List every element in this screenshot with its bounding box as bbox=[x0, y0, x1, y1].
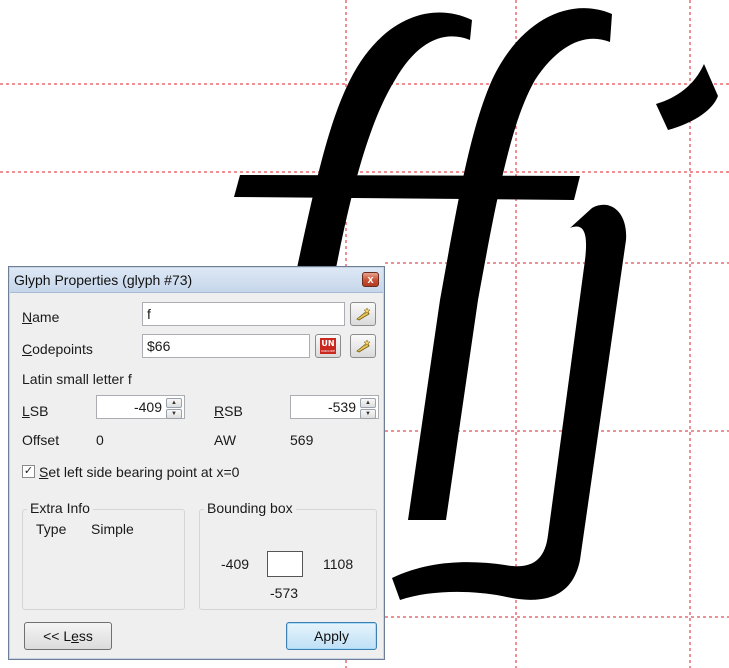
lsb-spinner[interactable]: ▲ ▼ bbox=[166, 398, 182, 419]
codepoints-pick-button[interactable] bbox=[350, 334, 376, 358]
codepoints-value: $66 bbox=[147, 338, 171, 354]
offset-value: 0 bbox=[96, 432, 104, 448]
char-description: Latin small letter f bbox=[22, 371, 132, 387]
name-field[interactable]: f bbox=[142, 302, 345, 326]
type-label: Type bbox=[36, 521, 67, 537]
codepoints-label: Codepoints bbox=[22, 341, 93, 357]
lsb-spin-up[interactable]: ▲ bbox=[166, 398, 182, 408]
rsb-spin-up[interactable]: ▲ bbox=[360, 398, 376, 408]
rsb-label: RSB bbox=[214, 403, 243, 419]
lsb-field[interactable]: -409 ▲ ▼ bbox=[96, 395, 185, 419]
name-label: Name bbox=[22, 309, 59, 325]
codepoints-field[interactable]: $66 bbox=[142, 334, 310, 358]
lsb-spin-down[interactable]: ▼ bbox=[166, 409, 182, 419]
rsb-field[interactable]: -539 ▲ ▼ bbox=[290, 395, 379, 419]
less-button-prefix: << L bbox=[43, 628, 72, 644]
aw-value: 569 bbox=[290, 432, 314, 448]
less-button[interactable]: << Less bbox=[24, 622, 112, 650]
glyph-crossbar bbox=[234, 175, 580, 200]
rsb-spinner[interactable]: ▲ ▼ bbox=[360, 398, 376, 419]
lsb-zero-checkbox-label[interactable]: Set left side bearing point at x=0 bbox=[39, 464, 239, 480]
codepoints-label-rest: odepoints bbox=[32, 341, 93, 357]
bbox-bottom-value: -573 bbox=[270, 585, 299, 601]
rsb-spin-down[interactable]: ▼ bbox=[360, 409, 376, 419]
rsb-value: -539 bbox=[327, 399, 356, 415]
bbox-preview bbox=[267, 551, 303, 577]
codepoints-mnemonic: C bbox=[22, 341, 33, 357]
unicode-logo-icon: UN UNICODE bbox=[320, 338, 336, 354]
rsb-label-rest: SB bbox=[224, 403, 243, 419]
lsb-label: LSB bbox=[22, 403, 48, 419]
wand-icon bbox=[356, 307, 371, 321]
close-icon[interactable]: x bbox=[362, 272, 379, 287]
bbox-left-value: -409 bbox=[221, 556, 250, 572]
unicode-logo-small: UNICODE bbox=[321, 349, 335, 353]
checkbox-label-rest: et left side bearing point at x=0 bbox=[48, 464, 240, 480]
name-value: f bbox=[147, 306, 151, 322]
name-pick-button[interactable] bbox=[350, 302, 376, 326]
checkbox-mnemonic: S bbox=[39, 464, 49, 480]
name-label-rest: ame bbox=[32, 309, 60, 325]
name-mnemonic: N bbox=[22, 309, 33, 325]
extra-info-title: Extra Info bbox=[27, 500, 93, 516]
offset-label: Offset bbox=[22, 432, 60, 448]
wand-icon bbox=[356, 339, 371, 353]
unicode-logo-main: UN bbox=[321, 339, 335, 348]
less-button-rest: ss bbox=[78, 628, 93, 644]
unicode-lookup-button[interactable]: UN UNICODE bbox=[315, 334, 341, 358]
less-button-mnemonic: e bbox=[71, 628, 79, 644]
apply-button[interactable]: Apply bbox=[286, 622, 377, 650]
aw-label: AW bbox=[214, 432, 237, 448]
rsb-mnemonic: R bbox=[214, 403, 225, 419]
glyph-properties-dialog: Glyph Properties (glyph #73) x Name f Co… bbox=[8, 266, 385, 660]
lsb-zero-checkbox[interactable]: ✓ bbox=[22, 465, 35, 478]
dialog-titlebar[interactable]: Glyph Properties (glyph #73) x bbox=[10, 268, 383, 293]
lsb-value: -409 bbox=[133, 399, 162, 415]
glyph-j-dot bbox=[656, 64, 718, 130]
dialog-title: Glyph Properties (glyph #73) bbox=[14, 272, 193, 288]
bounding-box-title: Bounding box bbox=[204, 500, 296, 516]
type-value: Simple bbox=[91, 521, 134, 537]
bbox-right-value: 1108 bbox=[323, 556, 354, 572]
lsb-mnemonic: L bbox=[22, 403, 30, 419]
lsb-label-rest: SB bbox=[29, 403, 49, 419]
